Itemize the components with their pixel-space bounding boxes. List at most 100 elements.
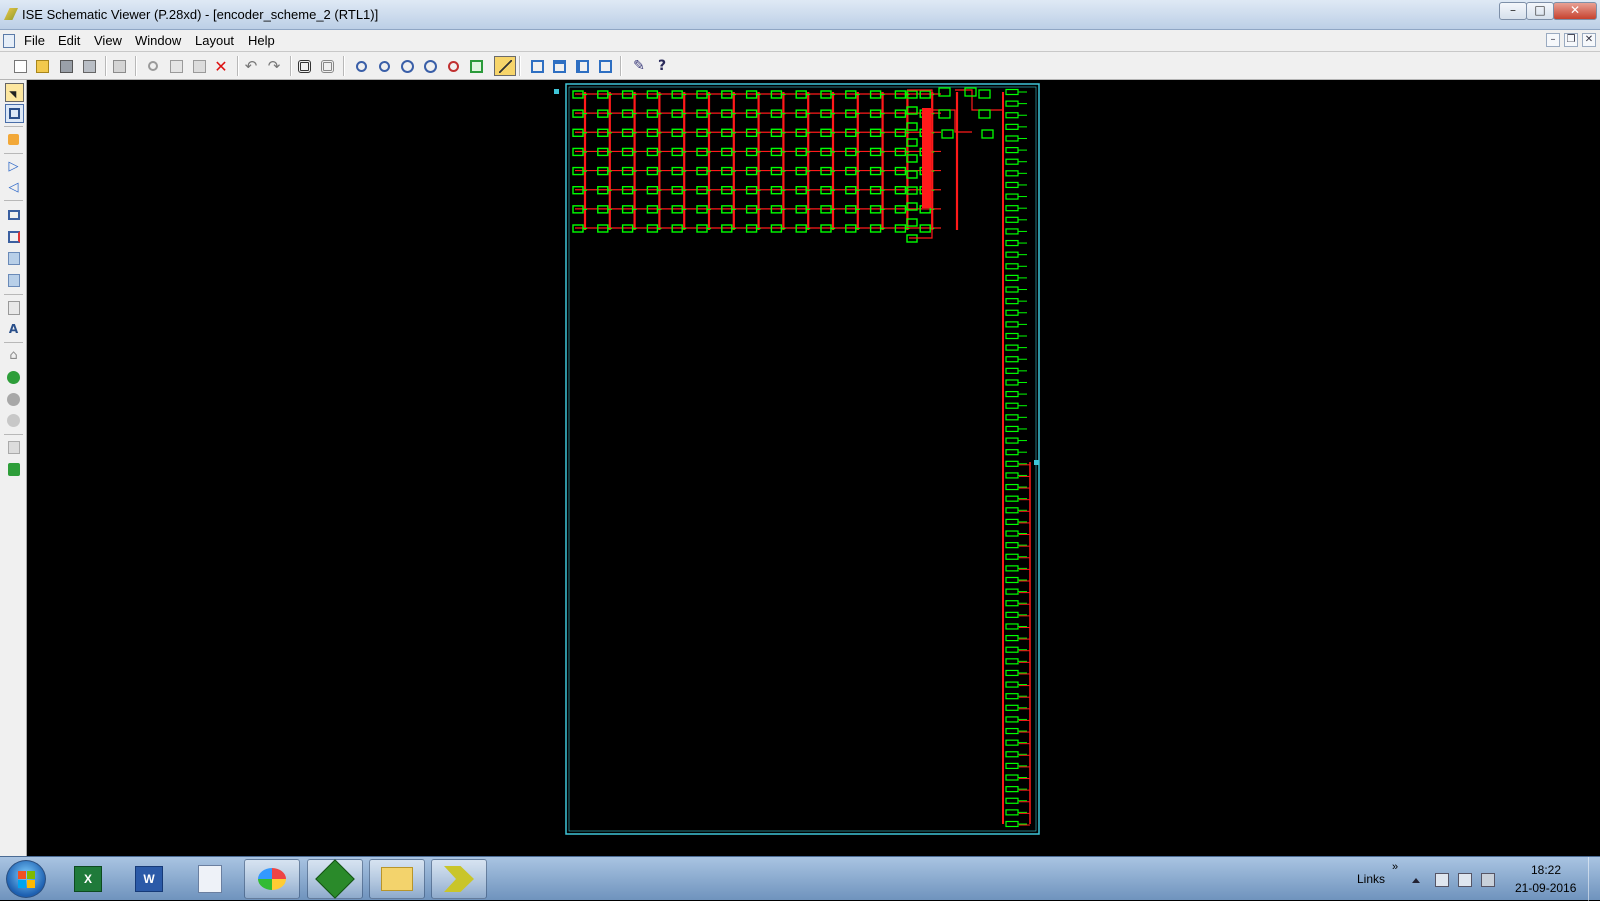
- output-instance: [1005, 553, 1019, 560]
- output-instance: [1005, 181, 1019, 189]
- minimize-button[interactable]: –: [1499, 2, 1527, 20]
- collapse-icon[interactable]: [5, 272, 22, 289]
- menu-window[interactable]: Window: [135, 33, 181, 48]
- cascade-icon[interactable]: [528, 57, 546, 75]
- output-instance: [1005, 727, 1019, 735]
- expand-icon[interactable]: [5, 250, 22, 267]
- volume-icon[interactable]: [1481, 873, 1495, 887]
- close-button[interactable]: ✕: [1553, 2, 1597, 20]
- text-icon[interactable]: [5, 299, 22, 316]
- ise-icon[interactable]: [431, 859, 487, 899]
- label-icon[interactable]: A: [5, 320, 22, 337]
- mux-instance: [978, 89, 991, 99]
- arrange-icon[interactable]: [596, 57, 614, 75]
- window-title: ISE Schematic Viewer (P.28xd) - [encoder…: [22, 7, 379, 22]
- bus-trunk: [922, 108, 931, 208]
- child-restore-button[interactable]: ❐: [1564, 33, 1578, 47]
- menu-file[interactable]: File: [24, 33, 45, 48]
- zoom-out-icon[interactable]: [375, 57, 393, 75]
- output-instance: [1005, 158, 1019, 165]
- text-editor-icon[interactable]: [182, 859, 238, 899]
- find-icon[interactable]: [295, 57, 313, 75]
- settings-icon[interactable]: ✎: [630, 57, 648, 75]
- save-all-icon[interactable]: [80, 57, 98, 75]
- find-clear-icon[interactable]: [318, 57, 336, 75]
- home-icon[interactable]: ⌂: [5, 347, 22, 364]
- history-icon[interactable]: [5, 412, 22, 429]
- menu-help[interactable]: Help: [248, 33, 275, 48]
- output-instance: [1005, 669, 1019, 677]
- output-instance: [1005, 251, 1019, 258]
- start-button[interactable]: [6, 860, 46, 898]
- output-instance: [1005, 646, 1019, 653]
- output-instance: [1005, 704, 1019, 711]
- menu-edit[interactable]: Edit: [58, 33, 80, 48]
- tile-vertical-icon[interactable]: [573, 57, 591, 75]
- paste-icon[interactable]: [190, 57, 208, 75]
- menu-view[interactable]: View: [94, 33, 122, 48]
- vim-icon[interactable]: [307, 859, 363, 899]
- output-instance: [1005, 681, 1019, 688]
- output-instance: [1005, 739, 1019, 746]
- file-explorer-icon[interactable]: [369, 859, 425, 899]
- output-instance: [1005, 507, 1019, 514]
- pin-icon[interactable]: [5, 131, 22, 148]
- open-folder-icon[interactable]: [33, 57, 51, 75]
- zoom-in-icon[interactable]: [352, 57, 370, 75]
- add-output-icon[interactable]: ◁: [5, 179, 22, 196]
- child-minimize-button[interactable]: –: [1546, 33, 1560, 47]
- net-select-icon[interactable]: [5, 104, 24, 123]
- output-instance: [1005, 286, 1019, 293]
- help-context-icon[interactable]: ?: [653, 57, 671, 75]
- maximize-button[interactable]: □: [1526, 2, 1554, 20]
- clock-time[interactable]: 18:22: [1531, 863, 1561, 877]
- back-icon[interactable]: [5, 369, 22, 386]
- action-center-icon[interactable]: [1435, 873, 1449, 887]
- output-instance: [1005, 402, 1019, 409]
- output-instance: [1005, 344, 1019, 351]
- zoom-area-icon[interactable]: [421, 57, 439, 75]
- tile-horizontal-icon[interactable]: [550, 57, 568, 75]
- undo-icon[interactable]: ↶: [242, 57, 260, 75]
- cut-icon[interactable]: [144, 57, 162, 75]
- document-icon[interactable]: [3, 34, 15, 48]
- zoom-full-icon[interactable]: [398, 57, 416, 75]
- schematic-canvas[interactable]: [27, 80, 1600, 856]
- pop-icon[interactable]: [5, 228, 22, 245]
- child-close-button[interactable]: ✕: [1582, 33, 1596, 47]
- delete-icon[interactable]: ✕: [212, 57, 230, 76]
- output-instance: [1005, 658, 1019, 665]
- zoom-select-icon[interactable]: [444, 57, 462, 75]
- highlight-icon[interactable]: [494, 56, 516, 76]
- tray-expand-icon[interactable]: [1412, 878, 1420, 883]
- excel-icon[interactable]: X: [60, 859, 116, 899]
- select-icon[interactable]: [5, 83, 24, 102]
- save-icon[interactable]: [57, 57, 75, 75]
- paint-icon[interactable]: [244, 859, 300, 899]
- word-icon[interactable]: W: [121, 859, 177, 899]
- output-instance: [1005, 205, 1019, 212]
- redo-icon[interactable]: ↷: [265, 57, 283, 75]
- network-icon[interactable]: [1458, 873, 1472, 887]
- add-input-icon[interactable]: ▷: [5, 158, 22, 175]
- clock-date[interactable]: 21-09-2016: [1515, 881, 1576, 895]
- new-file-icon[interactable]: [11, 57, 29, 75]
- refresh-icon[interactable]: [467, 57, 485, 75]
- show-desktop-button[interactable]: [1588, 857, 1600, 901]
- go-icon[interactable]: [5, 461, 22, 478]
- menu-bar: File Edit View Window Layout Help – ❐ ✕: [0, 30, 1600, 52]
- output-instance: [1005, 228, 1019, 235]
- output-instance: [1005, 588, 1019, 595]
- schematic-drawing: [554, 83, 1040, 835]
- forward-icon[interactable]: [5, 391, 22, 408]
- links-toolbar-label[interactable]: Links: [1357, 872, 1385, 886]
- links-chevron[interactable]: »: [1392, 861, 1398, 873]
- output-instance: [1005, 797, 1019, 804]
- properties-icon[interactable]: [5, 439, 22, 456]
- copy-icon[interactable]: [167, 57, 185, 75]
- output-instance: [1005, 449, 1019, 456]
- sheet-border: [565, 83, 1040, 835]
- push-icon[interactable]: [5, 206, 22, 223]
- menu-layout[interactable]: Layout: [195, 33, 234, 48]
- print-icon[interactable]: [110, 57, 128, 75]
